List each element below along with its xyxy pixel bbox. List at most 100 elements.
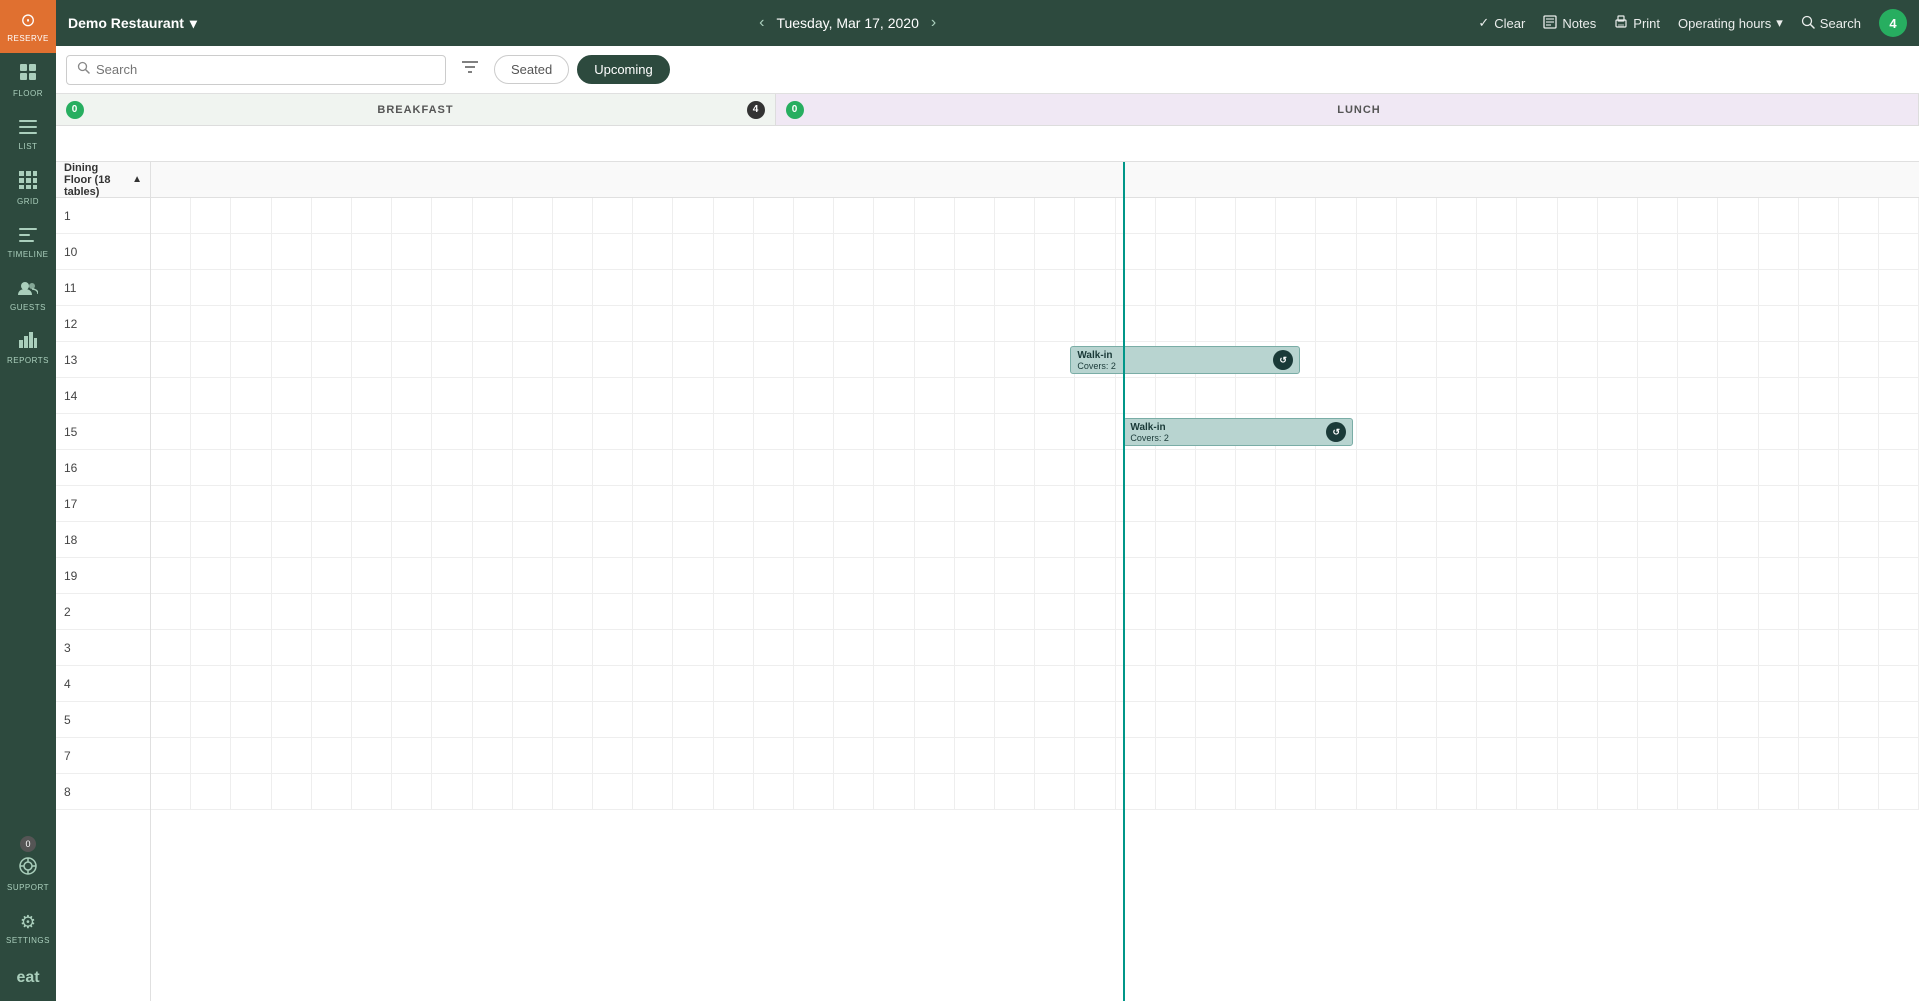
grid-cell[interactable] <box>1839 594 1879 629</box>
grid-cell[interactable] <box>191 306 231 341</box>
grid-cell[interactable] <box>673 702 713 737</box>
next-date-button[interactable]: › <box>927 10 940 36</box>
grid-cell[interactable] <box>1316 558 1356 593</box>
grid-cell[interactable] <box>1156 450 1196 485</box>
grid-cell[interactable] <box>1598 198 1638 233</box>
grid-cell[interactable] <box>1718 558 1758 593</box>
grid-cell[interactable] <box>1558 234 1598 269</box>
grid-cell[interactable] <box>1397 270 1437 305</box>
grid-cell[interactable] <box>874 414 914 449</box>
grid-cell[interactable] <box>513 414 553 449</box>
grid-cell[interactable] <box>1678 522 1718 557</box>
grid-cell[interactable] <box>151 450 191 485</box>
grid-cell[interactable] <box>1357 738 1397 773</box>
grid-cell[interactable] <box>1116 486 1156 521</box>
grid-cell[interactable] <box>312 198 352 233</box>
grid-cell[interactable] <box>874 774 914 809</box>
grid-cell[interactable] <box>1236 558 1276 593</box>
grid-cell[interactable] <box>1116 306 1156 341</box>
grid-cell[interactable] <box>151 774 191 809</box>
grid-cell[interactable] <box>191 342 231 377</box>
grid-cell[interactable] <box>673 486 713 521</box>
grid-cell[interactable] <box>1357 594 1397 629</box>
grid-cell[interactable] <box>231 630 271 665</box>
grid-cell[interactable] <box>633 630 673 665</box>
grid-cell[interactable] <box>1598 738 1638 773</box>
grid-cell[interactable] <box>1759 306 1799 341</box>
grid-cell[interactable] <box>1678 270 1718 305</box>
grid-cell[interactable] <box>272 198 312 233</box>
grid-cell[interactable] <box>1116 702 1156 737</box>
grid-cell[interactable] <box>1196 378 1236 413</box>
grid-cell[interactable] <box>191 414 231 449</box>
grid-cell[interactable] <box>593 774 633 809</box>
grid-cell[interactable] <box>1477 558 1517 593</box>
grid-cell[interactable] <box>1437 774 1477 809</box>
grid-cell[interactable] <box>714 702 754 737</box>
grid-cell[interactable] <box>834 630 874 665</box>
grid-cell[interactable] <box>754 198 794 233</box>
grid-cell[interactable] <box>553 522 593 557</box>
grid-cell[interactable] <box>633 198 673 233</box>
grid-cell[interactable] <box>874 666 914 701</box>
grid-cell[interactable] <box>1759 342 1799 377</box>
grid-cell[interactable] <box>312 702 352 737</box>
grid-cell[interactable] <box>1437 414 1477 449</box>
grid-cell[interactable] <box>955 234 995 269</box>
grid-cell[interactable] <box>633 522 673 557</box>
sidebar-item-list[interactable]: LIST <box>0 108 56 161</box>
grid-cell[interactable] <box>312 666 352 701</box>
grid-cell[interactable] <box>473 738 513 773</box>
grid-cell[interactable] <box>1236 594 1276 629</box>
grid-cell[interactable] <box>794 666 834 701</box>
grid-cell[interactable] <box>432 234 472 269</box>
grid-cell[interactable] <box>432 738 472 773</box>
grid-cell[interactable] <box>312 306 352 341</box>
grid-cell[interactable] <box>1035 342 1075 377</box>
grid-cell[interactable] <box>1196 522 1236 557</box>
grid-cell[interactable] <box>553 774 593 809</box>
grid-cell[interactable] <box>1236 522 1276 557</box>
search-button[interactable]: Search <box>1801 15 1861 32</box>
grid-cell[interactable] <box>473 234 513 269</box>
grid-cell[interactable] <box>1839 450 1879 485</box>
grid-cell[interactable] <box>191 630 231 665</box>
grid-cell[interactable] <box>1558 522 1598 557</box>
grid-cell[interactable] <box>1598 558 1638 593</box>
grid-cell[interactable] <box>231 198 271 233</box>
grid-cell[interactable] <box>1839 234 1879 269</box>
grid-cell[interactable] <box>1477 270 1517 305</box>
grid-cell[interactable] <box>1879 486 1919 521</box>
grid-cell[interactable] <box>1116 558 1156 593</box>
grid-cell[interactable] <box>1477 450 1517 485</box>
grid-cell[interactable] <box>1517 306 1557 341</box>
grid-cell[interactable] <box>553 486 593 521</box>
grid-cell[interactable] <box>312 774 352 809</box>
grid-cell[interactable] <box>1638 342 1678 377</box>
grid-cell[interactable] <box>151 702 191 737</box>
grid-cell[interactable] <box>794 342 834 377</box>
grid-cell[interactable] <box>794 558 834 593</box>
grid-cell[interactable] <box>191 666 231 701</box>
grid-cell[interactable] <box>673 450 713 485</box>
grid-cell[interactable] <box>1477 522 1517 557</box>
grid-cell[interactable] <box>593 414 633 449</box>
grid-cell[interactable] <box>673 270 713 305</box>
grid-cell[interactable] <box>1075 774 1115 809</box>
grid-cell[interactable] <box>1718 594 1758 629</box>
grid-cell[interactable] <box>1678 414 1718 449</box>
grid-cell[interactable] <box>1718 702 1758 737</box>
grid-cell[interactable] <box>955 630 995 665</box>
grid-cell[interactable] <box>432 414 472 449</box>
grid-cell[interactable] <box>754 378 794 413</box>
sidebar-item-floor[interactable]: FLOOR <box>0 53 56 108</box>
grid-cell[interactable] <box>1276 738 1316 773</box>
grid-cell[interactable] <box>1035 486 1075 521</box>
user-avatar[interactable]: 4 <box>1879 9 1907 37</box>
grid-cell[interactable] <box>1035 594 1075 629</box>
grid-cell[interactable] <box>1839 558 1879 593</box>
grid-cell[interactable] <box>1236 738 1276 773</box>
grid-cell[interactable] <box>1598 450 1638 485</box>
grid-cell[interactable] <box>915 342 955 377</box>
grid-cell[interactable] <box>1437 486 1477 521</box>
